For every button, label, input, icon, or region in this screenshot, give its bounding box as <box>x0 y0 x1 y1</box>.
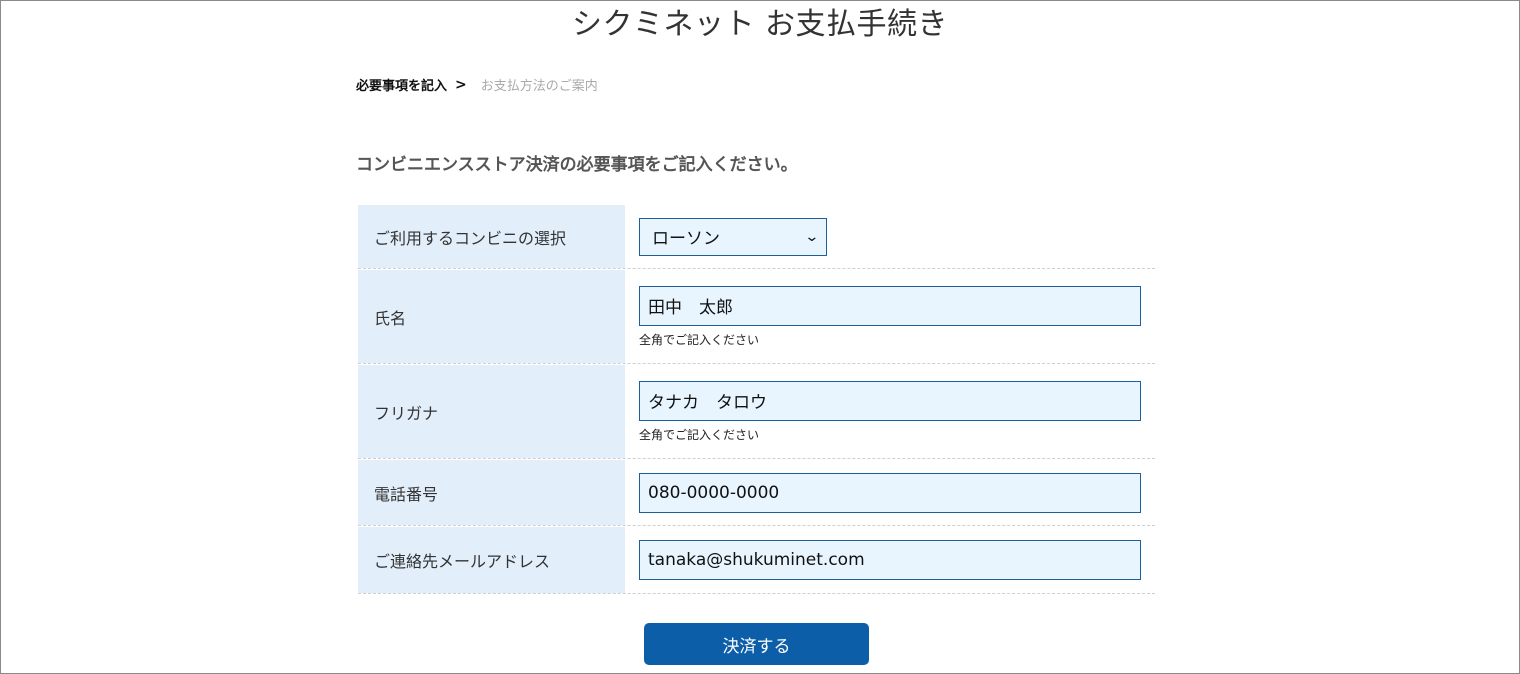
form-row-convenience: ご利用するコンビニの選択 ローソン ⌄ <box>358 205 1155 269</box>
breadcrumb-separator: > <box>455 76 467 93</box>
kana-hint: 全角でご記入ください <box>639 427 760 442</box>
form-row-kana: フリガナ タナカ タロウ 全角でご記入ください <box>358 365 1155 459</box>
kana-input[interactable]: タナカ タロウ <box>639 380 1141 421</box>
convenience-select-value: ローソン <box>652 229 720 249</box>
form-heading: コンビニエンスストア決済の必要事項をご記入ください。 <box>356 155 798 175</box>
convenience-select[interactable]: ローソン ⌄ <box>639 217 827 256</box>
name-input[interactable]: 田中 太郎 <box>639 285 1141 326</box>
kana-label: フリガナ <box>358 365 625 458</box>
name-field: 田中 太郎 全角でご記入ください <box>625 270 1155 363</box>
form-row-name: 氏名 田中 太郎 全角でご記入ください <box>358 270 1155 364</box>
email-field: tanaka@shukuminet.com <box>625 527 1155 593</box>
name-label: 氏名 <box>358 270 625 363</box>
submit-payment-button[interactable]: 決済する <box>644 623 869 665</box>
convenience-label: ご利用するコンビニの選択 <box>358 205 625 268</box>
breadcrumb-step-next: お支払方法のご案内 <box>480 79 598 94</box>
phone-input[interactable]: 080-0000-0000 <box>639 472 1141 513</box>
email-input[interactable]: tanaka@shukuminet.com <box>639 540 1141 580</box>
phone-field: 080-0000-0000 <box>625 460 1155 525</box>
breadcrumb-step-current: 必要事項を記入 <box>356 79 448 94</box>
form-row-phone: 電話番号 080-0000-0000 <box>358 460 1155 526</box>
payment-form: ご利用するコンビニの選択 ローソン ⌄ 氏名 田中 太郎 全角でご記入ください … <box>358 205 1155 594</box>
phone-label: 電話番号 <box>358 460 625 525</box>
convenience-field: ローソン ⌄ <box>625 205 1155 268</box>
form-row-email: ご連絡先メールアドレス tanaka@shukuminet.com <box>358 527 1155 594</box>
page-frame: シクミネット お支払手続き 必要事項を記入 > お支払方法のご案内 コンビニエン… <box>0 0 1520 674</box>
name-hint: 全角でご記入ください <box>639 332 760 347</box>
page-title: シクミネット お支払手続き <box>571 7 949 42</box>
breadcrumb: 必要事項を記入 > お支払方法のご案内 <box>356 75 598 95</box>
email-label: ご連絡先メールアドレス <box>358 527 625 593</box>
kana-field: タナカ タロウ 全角でご記入ください <box>625 365 1155 458</box>
chevron-down-icon: ⌄ <box>804 228 820 245</box>
